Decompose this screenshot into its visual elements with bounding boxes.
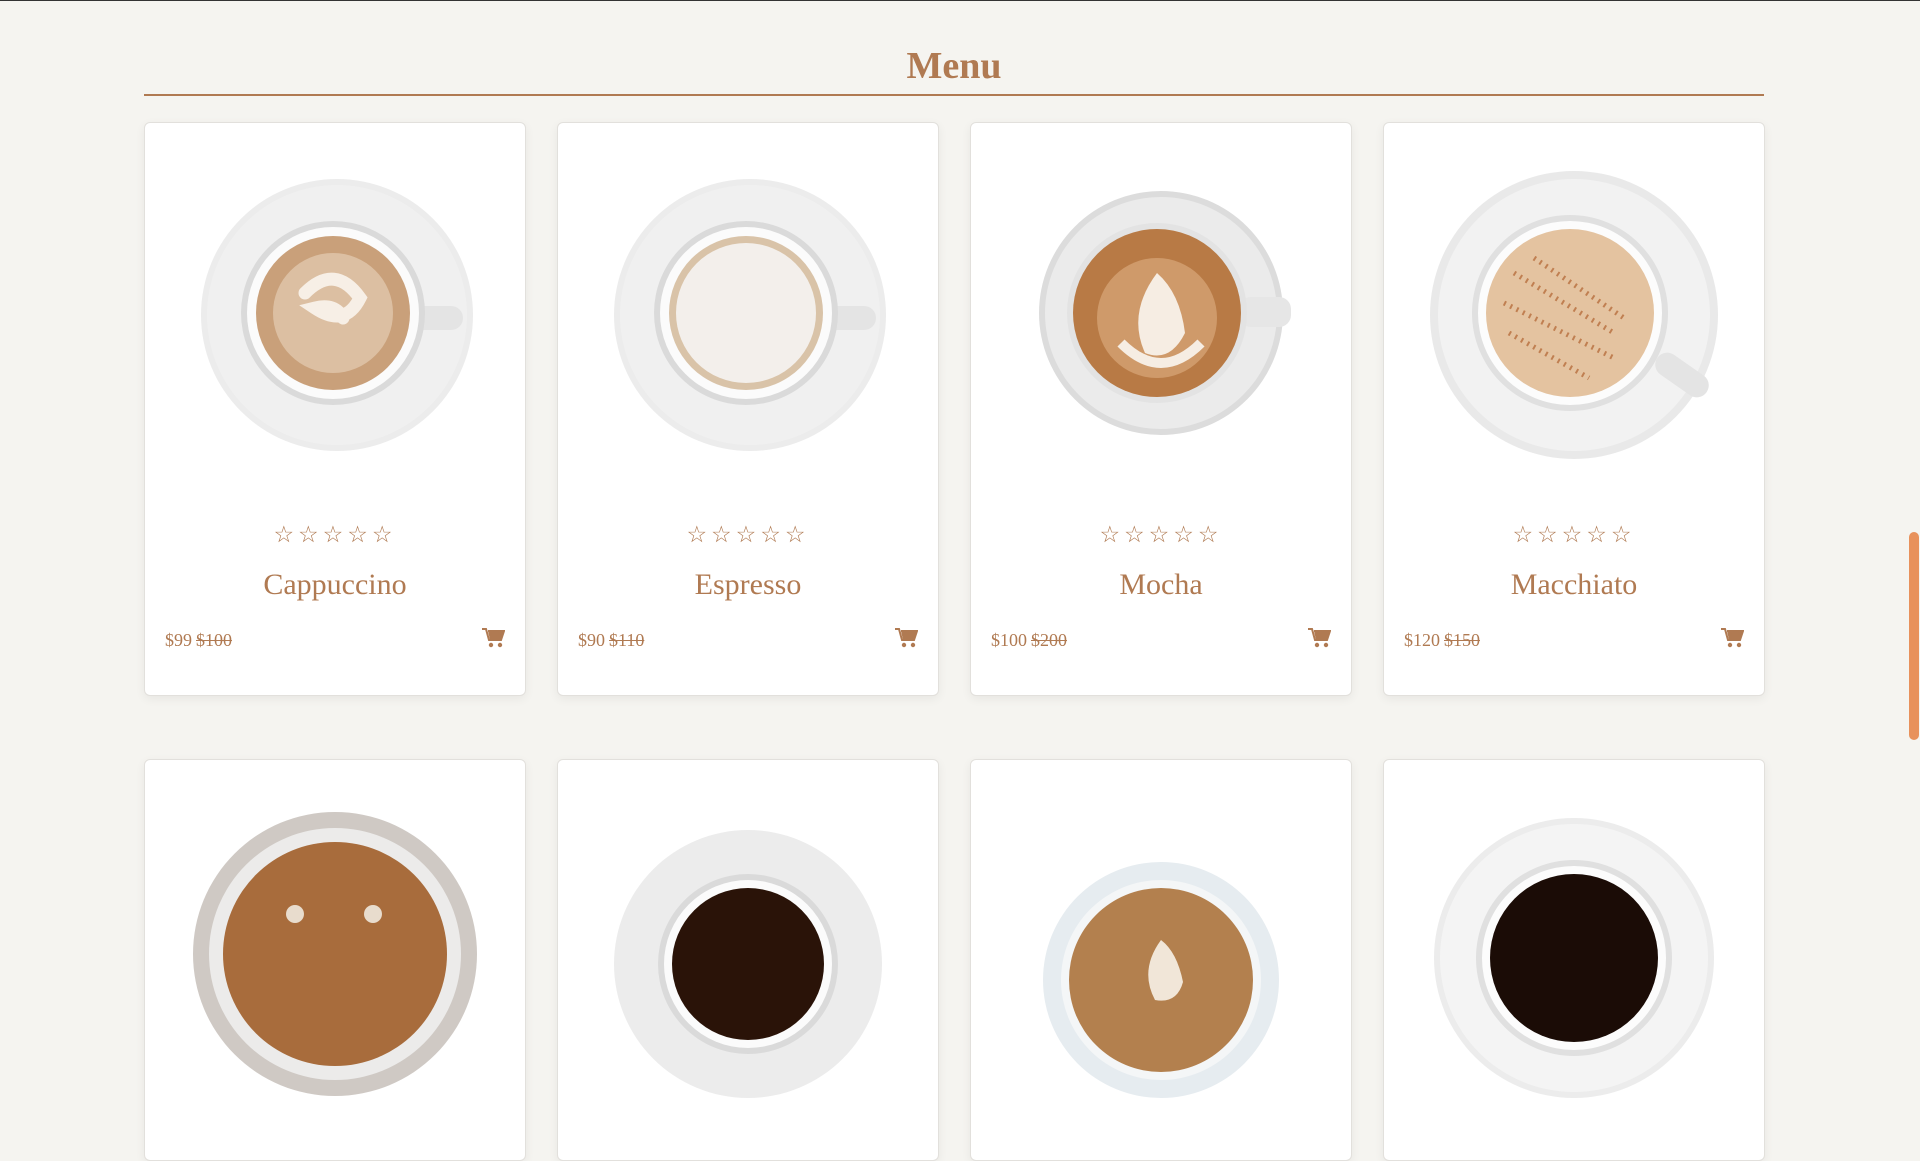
product-price: $90 $110 — [578, 628, 644, 652]
coffee-image — [1043, 862, 1279, 1098]
product-price: $100 $200 — [991, 628, 1067, 652]
product-card[interactable] — [970, 759, 1352, 1161]
cappuccino-image — [201, 179, 473, 451]
product-card-macchiato[interactable]: ☆☆☆☆☆ Macchiato $120 $150 — [1383, 122, 1765, 696]
product-price: $120 $150 — [1404, 628, 1480, 652]
old-price: $110 — [609, 630, 645, 650]
current-price: $100 — [991, 630, 1027, 650]
product-card[interactable] — [557, 759, 939, 1161]
page-scrollbar[interactable] — [1908, 0, 1920, 916]
cart-icon[interactable] — [1307, 627, 1331, 649]
section-title: Menu — [906, 45, 1002, 87]
mocha-image — [1039, 191, 1291, 435]
current-price: $99 — [165, 630, 192, 650]
title-underline — [144, 94, 1764, 96]
old-price: $150 — [1444, 630, 1480, 650]
product-price: $99 $100 — [165, 628, 232, 652]
product-name: Mocha — [1119, 568, 1203, 601]
product-name: Macchiato — [1510, 568, 1638, 601]
old-price: $100 — [196, 630, 232, 650]
espresso-image — [614, 179, 886, 451]
old-price: $200 — [1031, 630, 1067, 650]
rating-stars[interactable]: ☆☆☆☆☆ — [971, 521, 1351, 549]
macchiato-image — [1430, 171, 1718, 459]
product-card-mocha[interactable]: ☆☆☆☆☆ Mocha $100 $200 — [970, 122, 1352, 696]
cart-icon[interactable] — [894, 627, 918, 649]
coffee-image — [614, 830, 882, 1098]
product-name: Cappuccino — [263, 568, 407, 601]
product-card-espresso[interactable]: ☆☆☆☆☆ Espresso $90 $110 — [557, 122, 939, 696]
rating-stars[interactable]: ☆☆☆☆☆ — [145, 521, 525, 549]
cart-icon[interactable] — [481, 627, 505, 649]
product-card[interactable] — [144, 759, 526, 1161]
scrollbar-thumb[interactable] — [1909, 532, 1919, 740]
page-top-border — [0, 0, 1920, 1]
current-price: $120 — [1404, 630, 1440, 650]
coffee-image — [193, 812, 477, 1096]
current-price: $90 — [578, 630, 605, 650]
rating-stars[interactable]: ☆☆☆☆☆ — [1384, 521, 1764, 549]
product-card[interactable] — [1383, 759, 1765, 1161]
product-name: Espresso — [694, 568, 802, 601]
product-card-cappuccino[interactable]: ☆☆☆☆☆ Cappuccino $99 $100 — [144, 122, 526, 696]
rating-stars[interactable]: ☆☆☆☆☆ — [558, 521, 938, 549]
coffee-image — [1434, 818, 1714, 1098]
cart-icon[interactable] — [1720, 627, 1744, 649]
